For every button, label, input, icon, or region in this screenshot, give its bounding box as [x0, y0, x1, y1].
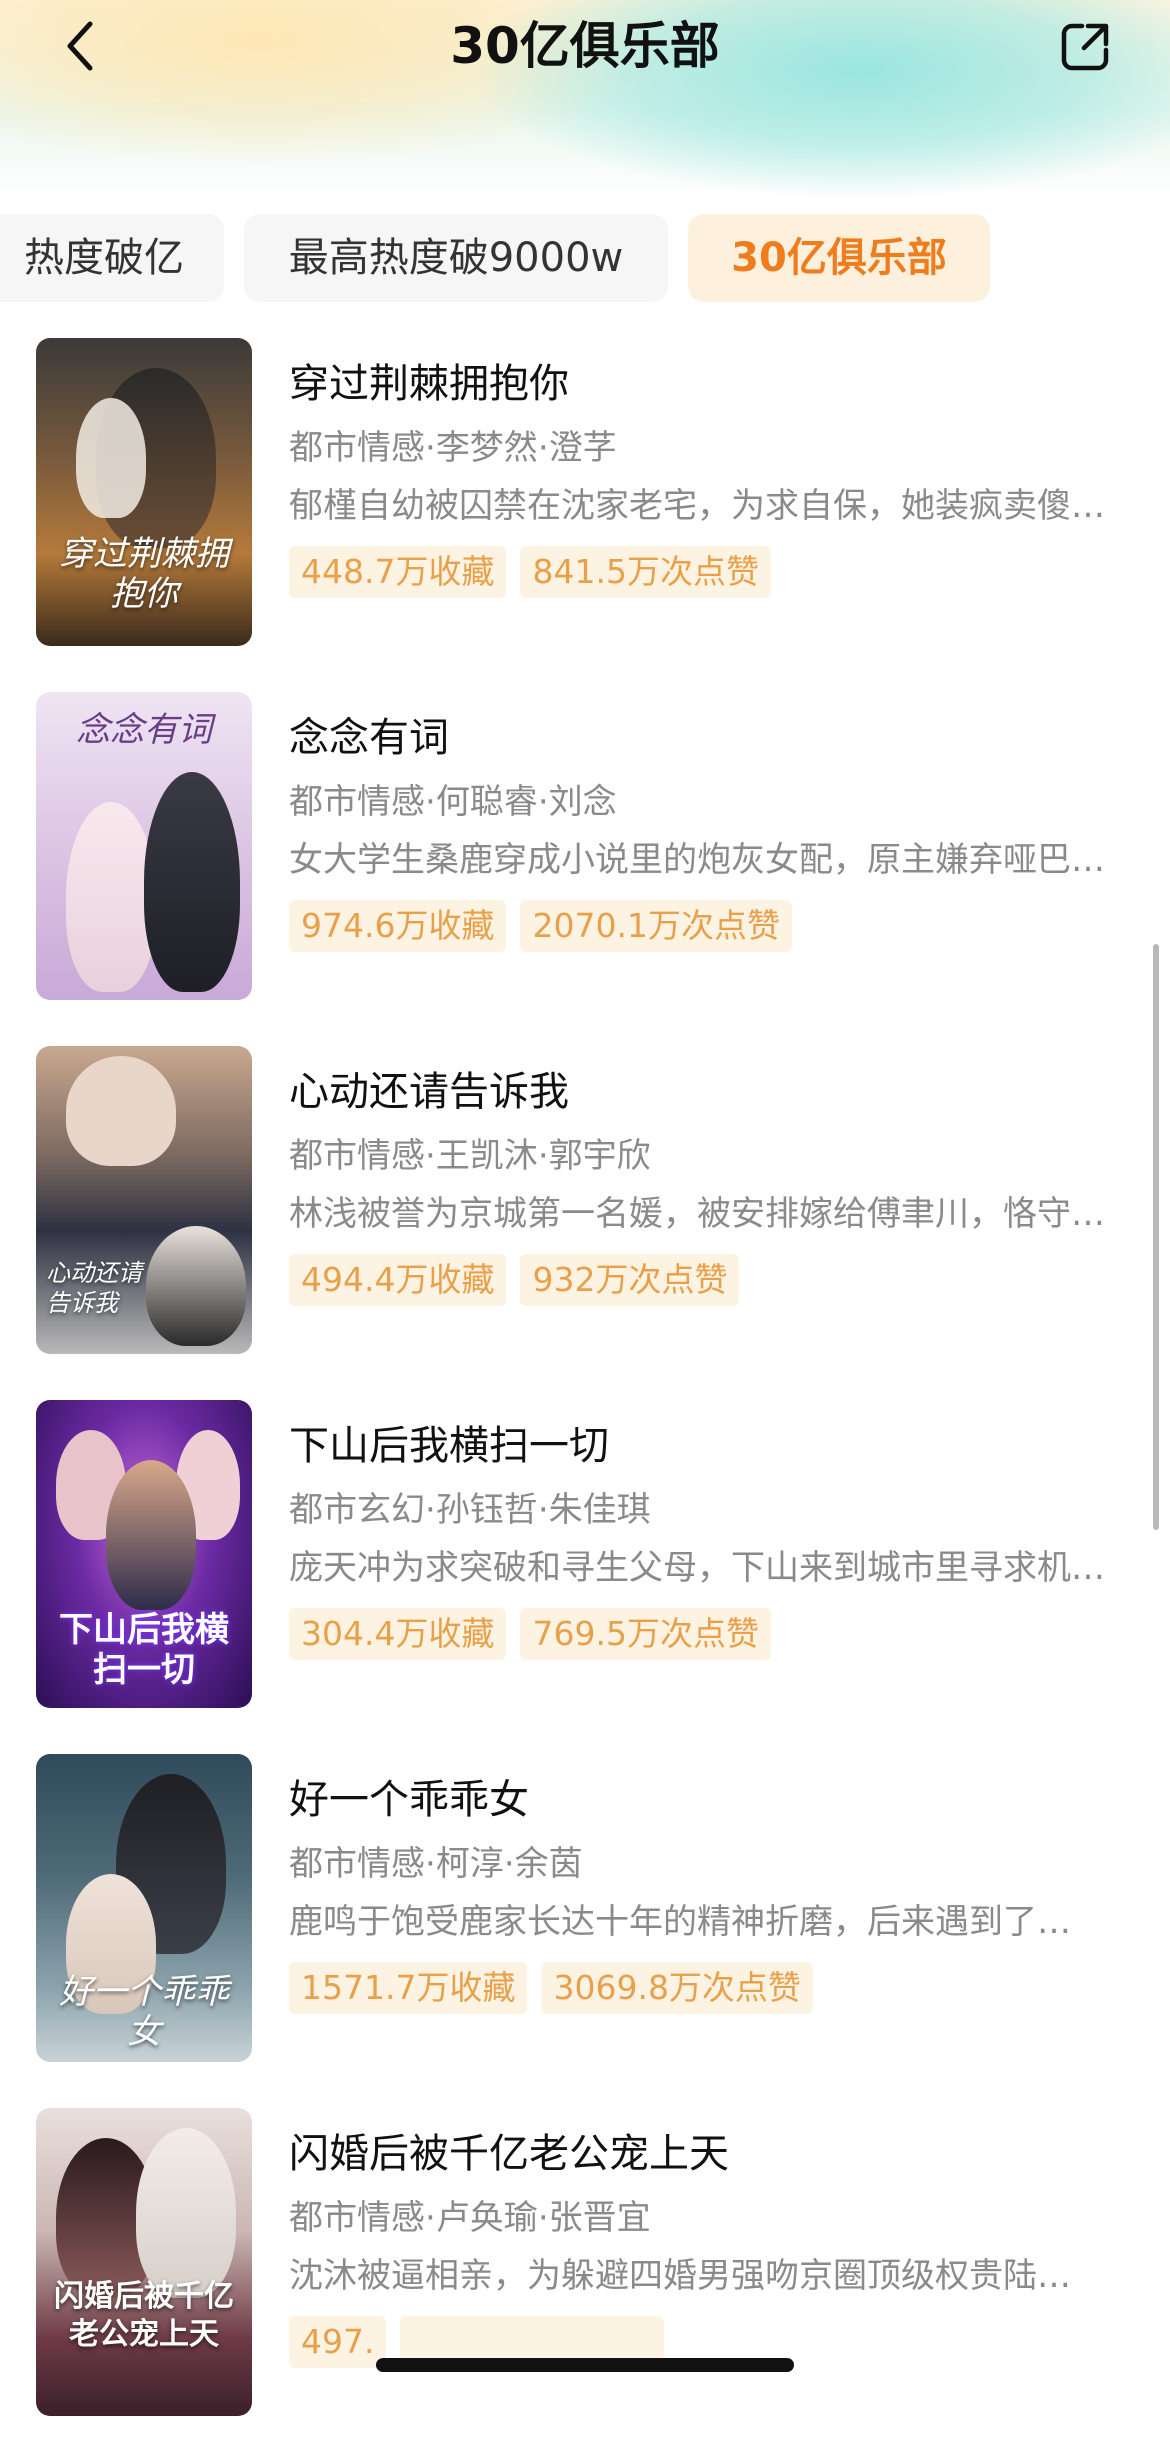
actor-name: 刘念 — [548, 782, 617, 822]
poster-title-text: 闪婚后被千亿老公宠上天 — [54, 2279, 234, 2352]
list-item[interactable]: 下山后我横扫一切 下山后我横扫一切 都市玄幻·孙钰哲·朱佳琪 庞天冲为求突破和寻… — [0, 1400, 1170, 1754]
drama-description: 沈沐被逼相亲，为躲避四婚男强吻京圈顶级权贵陆… — [289, 2256, 1071, 2296]
drama-meta: 都市情感·柯淳·余茵 — [289, 1844, 583, 1884]
page-title: 30亿俱乐部 — [450, 17, 720, 75]
drama-meta: 都市情感·王凯沐·郭宇欣 — [289, 1136, 651, 1176]
favorites-badge: 494.4万收藏 — [289, 1254, 507, 1306]
poster-title-text: 念念有词 — [76, 710, 212, 750]
actor-name: 郭宇欣 — [548, 1136, 651, 1176]
poster-title-text: 好一个乖乖女 — [59, 1972, 229, 2052]
favorites-badge: 448.7万收藏 — [289, 546, 507, 598]
actor-name: 王凯沐 — [435, 1136, 538, 1176]
list-item[interactable]: 念念有词 念念有词 都市情感·何聪睿·刘念 女大学生桑鹿穿成小说里的炮灰女配，原… — [0, 692, 1170, 1046]
actor-name: 余茵 — [514, 1844, 583, 1884]
drama-poster[interactable]: 闪婚后被千亿老公宠上天 — [36, 2108, 252, 2416]
drama-list: 穿过荆棘拥抱你 穿过荆棘拥抱你 都市情感·李梦然·澄芓 郁槿自幼被囚禁在沈家老宅… — [0, 338, 1170, 2462]
drama-title: 心动还请告诉我 — [289, 1069, 569, 1115]
drama-title: 好一个乖乖女 — [289, 1777, 529, 1823]
tab-peak-heat-over-90m[interactable]: 最高热度破9000w — [244, 214, 668, 302]
likes-badge: 3069.8万次点赞 — [541, 1962, 813, 2014]
drama-description: 郁槿自幼被囚禁在沈家老宅，为求自保，她装疯卖傻… — [289, 486, 1105, 526]
favorites-badge: 974.6万收藏 — [289, 900, 507, 952]
share-icon — [1061, 23, 1109, 71]
poster-title-text: 心动还请告诉我 — [46, 1259, 142, 1317]
scrollbar[interactable] — [1153, 944, 1159, 1530]
drama-poster[interactable]: 好一个乖乖女 — [36, 1754, 252, 2062]
actor-name: 朱佳琪 — [548, 1490, 651, 1530]
drama-meta: 都市情感·卢奂瑜·张晋宜 — [289, 2198, 651, 2238]
drama-title: 下山后我横扫一切 — [289, 1423, 609, 1469]
list-item[interactable]: 穿过荆棘拥抱你 穿过荆棘拥抱你 都市情感·李梦然·澄芓 郁槿自幼被囚禁在沈家老宅… — [0, 338, 1170, 692]
drama-title: 闪婚后被千亿老公宠上天 — [289, 2131, 729, 2177]
drama-description: 庞天冲为求突破和寻生父母，下山来到城市里寻求机… — [289, 1548, 1105, 1588]
actor-name: 何聪睿 — [435, 782, 538, 822]
actor-name: 柯淳 — [435, 1844, 504, 1884]
genre-text: 都市玄幻 — [289, 1490, 425, 1530]
tab-heat-over-100m[interactable]: 热度破亿 — [0, 214, 224, 302]
drama-poster[interactable]: 心动还请告诉我 — [36, 1046, 252, 1354]
tab-3b-club[interactable]: 30亿俱乐部 — [688, 214, 990, 302]
favorites-badge: 1571.7万收藏 — [289, 1962, 528, 2014]
drama-title: 念念有词 — [289, 715, 449, 761]
drama-description: 鹿鸣于饱受鹿家长达十年的精神折磨，后来遇到了… — [289, 1902, 1071, 1942]
genre-text: 都市情感 — [289, 1844, 425, 1884]
drama-meta: 都市玄幻·孙钰哲·朱佳琪 — [289, 1490, 651, 1530]
header: 30亿俱乐部 — [0, 0, 1170, 200]
list-item[interactable]: 闪婚后被千亿老公宠上天 闪婚后被千亿老公宠上天 都市情感·卢奂瑜·张晋宜 沈沐被… — [0, 2108, 1170, 2462]
likes-badge: 841.5万次点赞 — [520, 546, 771, 598]
actor-name: 澄芓 — [548, 428, 617, 468]
drama-description: 林浅被誉为京城第一名媛，被安排嫁给傅聿川，恪守… — [289, 1194, 1105, 1234]
genre-text: 都市情感 — [289, 782, 425, 822]
likes-badge: 769.5万次点赞 — [520, 1608, 771, 1660]
genre-text: 都市情感 — [289, 2198, 425, 2238]
actor-name: 张晋宜 — [548, 2198, 651, 2238]
actor-name: 李梦然 — [435, 428, 538, 468]
drama-poster[interactable]: 下山后我横扫一切 — [36, 1400, 252, 1708]
drama-title: 穿过荆棘拥抱你 — [289, 361, 569, 407]
list-item[interactable]: 心动还请告诉我 心动还请告诉我 都市情感·王凯沐·郭宇欣 林浅被誉为京城第一名媛… — [0, 1046, 1170, 1400]
drama-poster[interactable]: 穿过荆棘拥抱你 — [36, 338, 252, 646]
genre-text: 都市情感 — [289, 428, 425, 468]
actor-name: 孙钰哲 — [435, 1490, 538, 1530]
category-tabs: 热度破亿 最高热度破9000w 30亿俱乐部 — [0, 214, 1170, 304]
genre-text: 都市情感 — [289, 1136, 425, 1176]
actor-name: 卢奂瑜 — [435, 2198, 538, 2238]
drama-description: 女大学生桑鹿穿成小说里的炮灰女配，原主嫌弃哑巴… — [289, 840, 1105, 880]
likes-badge: 932万次点赞 — [520, 1254, 740, 1306]
share-button[interactable] — [1046, 6, 1126, 86]
favorites-badge: 497. — [289, 2316, 387, 2368]
poster-title-text: 穿过荆棘拥抱你 — [59, 534, 229, 614]
drama-meta: 都市情感·何聪睿·刘念 — [289, 782, 617, 822]
home-indicator[interactable] — [376, 2358, 794, 2372]
drama-poster[interactable]: 念念有词 — [36, 692, 252, 1000]
favorites-badge: 304.4万收藏 — [289, 1608, 507, 1660]
list-item[interactable]: 好一个乖乖女 好一个乖乖女 都市情感·柯淳·余茵 鹿鸣于饱受鹿家长达十年的精神折… — [0, 1754, 1170, 2108]
drama-meta: 都市情感·李梦然·澄芓 — [289, 428, 617, 468]
likes-badge: 2070.1万次点赞 — [520, 900, 792, 952]
poster-title-text: 下山后我横扫一切 — [59, 1610, 229, 1690]
